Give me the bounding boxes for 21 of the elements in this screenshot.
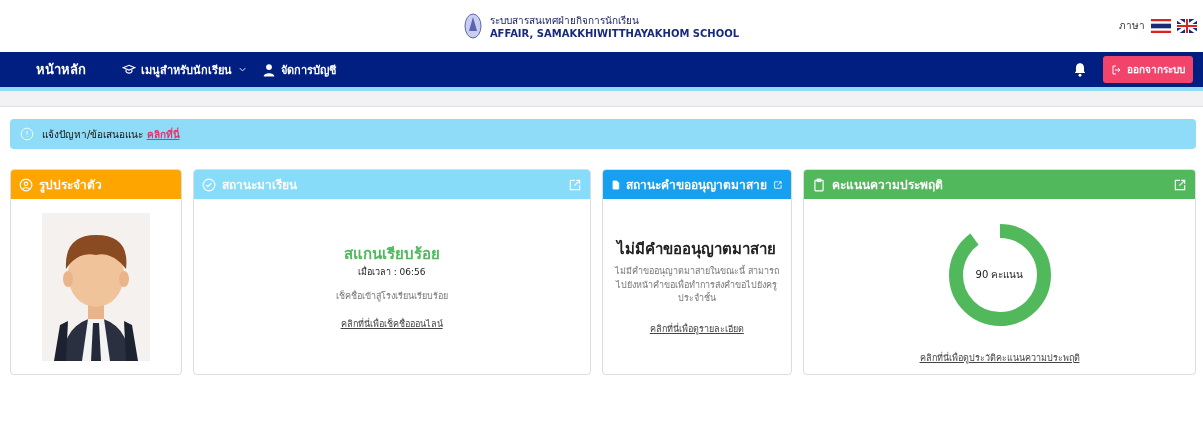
card-title: สถานะคำขออนุญาตมาสาย [626, 177, 768, 194]
details-link[interactable]: คลิกที่นี่เพื่อดูรายละเอียด [649, 321, 744, 336]
scan-time: เมื่อเวลา : 06:56 [357, 266, 426, 279]
school-name: AFFAIR, SAMAKKHIWITTHAYAKHOM SCHOOL [489, 28, 740, 39]
account-link[interactable]: จัดการบัญชี [262, 60, 336, 79]
card-title: คะแนนความประพฤติ [832, 177, 945, 194]
leave-note: ไม่มีคำขออนุญาตมาสายในขณะนี้ สามารถไปยังหน้าคำขอเพื่อทำการส่งคำขอไปยังครูประจำชั้น [613, 265, 780, 306]
leave-status: ไม่มีคำขออนุญาตมาสาย [617, 238, 777, 261]
status-note: เช็คชื่อเข้าสู่โรงเรียนเรียบร้อย [335, 289, 448, 303]
logout-button[interactable]: ออกจากระบบ [1103, 56, 1193, 83]
language-label: ภาษา [1119, 19, 1145, 33]
card-title: สถานะมาเรียน [221, 177, 298, 194]
home-link[interactable]: หน้าหลัก [36, 59, 86, 80]
card-title: รูปประจำตัว [39, 177, 103, 194]
score-history-link[interactable]: คลิกที่นี่เพื่อดูประวัติคะแนนความประพฤติ [919, 350, 1080, 365]
online-check-in-link[interactable]: คลิกที่นี่เพื่อเช็คชื่อออนไลน์ [340, 317, 443, 331]
student-menu-dropdown[interactable]: เมนูสำหรับนักเรียน [122, 60, 248, 79]
score-value: 90 คะแนน [975, 268, 1024, 282]
feedback-notice: แจ้งปัญหา/ข้อเสนอแนะ คลิกที่นี่ [42, 126, 180, 142]
scan-status: สแกนเรียบร้อย [343, 244, 440, 265]
system-name: ระบบสารสนเทศฝ่ายกิจการนักเรียน [489, 14, 640, 28]
